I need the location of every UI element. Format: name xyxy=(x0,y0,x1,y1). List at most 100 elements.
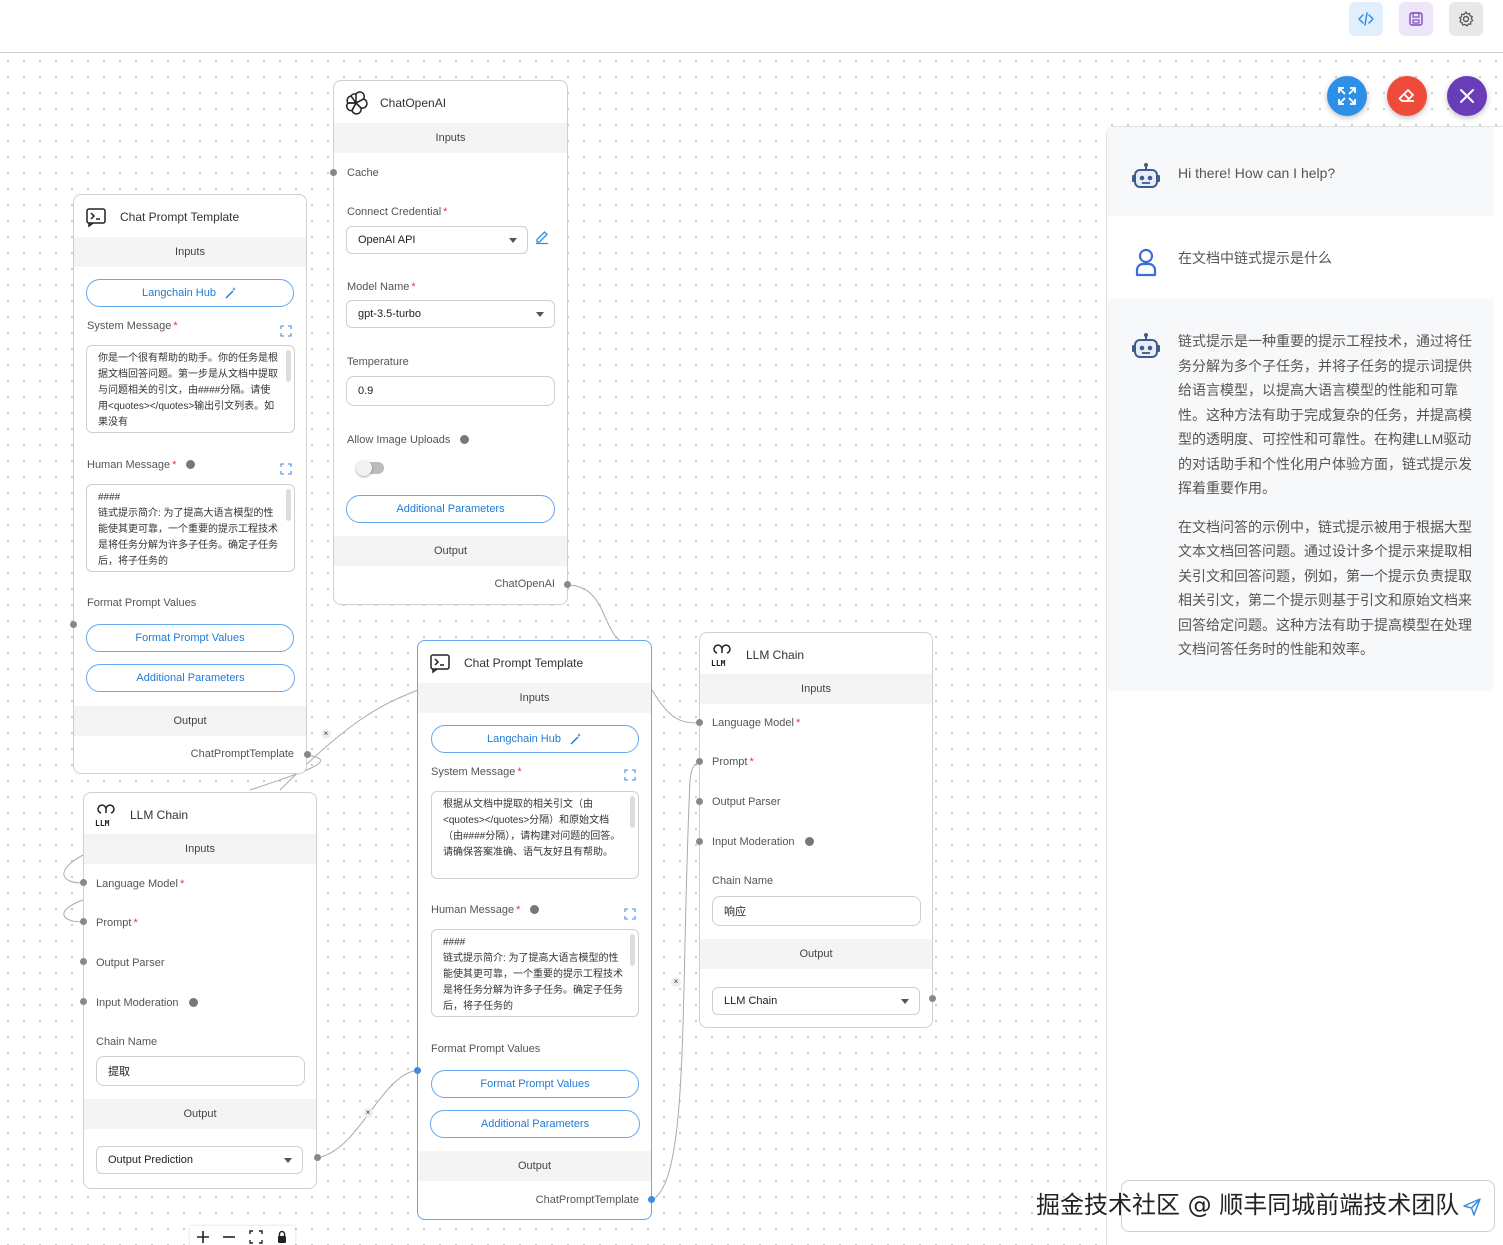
edge-delete-button[interactable]: × xyxy=(363,1108,373,1118)
send-icon[interactable] xyxy=(1462,1197,1482,1217)
answer-paragraph: 在文档问答的示例中，链式提示被用于根据大型文本文档回答问题。通过设计多个提示来提… xyxy=(1178,518,1472,658)
inputs-header: Inputs xyxy=(700,674,932,704)
expand-icon[interactable] xyxy=(280,463,292,475)
edit-credential-button[interactable] xyxy=(534,229,550,248)
model-name-select[interactable]: gpt-3.5-turbo xyxy=(346,300,555,328)
node-title: ChatOpenAI xyxy=(380,96,447,110)
additional-parameters-button[interactable]: Additional Parameters xyxy=(430,1110,640,1138)
expand-icon[interactable] xyxy=(280,325,292,337)
node-header: ChatOpenAI xyxy=(334,81,567,125)
svg-text:LLM: LLM xyxy=(711,659,726,667)
close-chat-button[interactable] xyxy=(1447,76,1487,116)
bot-message: Hi there! How can I help? xyxy=(1107,127,1493,216)
langchain-hub-button[interactable]: Langchain Hub xyxy=(431,725,639,753)
chain-name-input[interactable]: 提取 xyxy=(96,1056,305,1086)
human-message-textarea[interactable]: #### 链式提示简介: 为了提高大语言模型的性能使其更可靠，一个重要的提示工程… xyxy=(431,929,639,1017)
info-icon xyxy=(804,837,814,846)
model-name-label: Model Name * xyxy=(347,281,416,293)
system-message-textarea[interactable]: 根据从文档中提取的相关引文（由<quotes></quotes>分隔）和原始文档… xyxy=(431,791,639,879)
node-title: LLM Chain xyxy=(130,808,189,822)
output-select[interactable]: Output Prediction xyxy=(96,1146,303,1174)
additional-parameters-button[interactable]: Additional Parameters xyxy=(86,664,295,692)
node-header: Chat Prompt Template xyxy=(418,641,651,685)
chatopenai-output-handle[interactable] xyxy=(564,581,571,588)
chain-output-handle[interactable] xyxy=(929,995,936,1002)
top-toolbar xyxy=(0,0,1503,53)
prompt-output-handle[interactable] xyxy=(304,751,311,758)
format-prompt-values-label: Format Prompt Values xyxy=(87,597,197,609)
magic-wand-icon xyxy=(570,733,582,745)
fit-view-icon[interactable] xyxy=(248,1230,263,1244)
code-button[interactable] xyxy=(1349,2,1383,36)
chatopenai-node[interactable]: ChatOpenAI Inputs Cache Connect Credenti… xyxy=(333,80,568,605)
prompt-handle[interactable] xyxy=(80,918,87,925)
inputs-header: Inputs xyxy=(74,237,306,267)
save-button[interactable] xyxy=(1399,2,1433,36)
input-moderation-label: Input Moderation xyxy=(712,836,814,848)
save-icon xyxy=(1409,12,1423,26)
zoom-in-icon[interactable] xyxy=(196,1230,210,1244)
gear-icon xyxy=(1459,11,1474,27)
human-message-textarea[interactable]: #### 链式提示简介: 为了提高大语言模型的性能使其更可靠，一个重要的提示工程… xyxy=(86,484,295,572)
inputs-header: Inputs xyxy=(84,834,316,864)
langchain-hub-button[interactable]: Langchain Hub xyxy=(86,279,294,307)
edge-delete-button[interactable]: × xyxy=(671,977,681,987)
llm-chain-node[interactable]: LLM LLM Chain Inputs Language Model * Pro… xyxy=(699,632,933,1028)
system-message-textarea[interactable]: 你是一个很有帮助的助手。你的任务是根据文档回答问题。第一步是从文档中提取与问题相… xyxy=(86,345,295,433)
user-question-text: 在文档中链式提示是什么 xyxy=(1178,250,1332,266)
chain-name-input[interactable]: 响应 xyxy=(712,896,921,926)
input-moderation-handle[interactable] xyxy=(696,838,703,845)
openai-icon xyxy=(344,91,368,115)
language-model-label: Language Model * xyxy=(712,717,801,729)
output-select[interactable]: LLM Chain xyxy=(712,987,920,1015)
node-header: LLM LLM Chain xyxy=(84,793,316,837)
image-uploads-toggle[interactable] xyxy=(356,460,384,476)
magic-wand-icon xyxy=(225,287,237,299)
expand-chat-button[interactable] xyxy=(1327,76,1367,116)
close-icon xyxy=(1460,89,1474,103)
watermark-text: 掘金技术社区 @ 顺丰同城前端技术团队 xyxy=(1036,1191,1460,1219)
lock-icon[interactable] xyxy=(275,1230,289,1244)
expand-icon[interactable] xyxy=(624,908,636,920)
expand-icon[interactable] xyxy=(624,769,636,781)
output-header: Output xyxy=(84,1099,316,1129)
node-header: Chat Prompt Template xyxy=(74,195,306,239)
language-model-handle[interactable] xyxy=(696,719,703,726)
llm-chain-node[interactable]: LLM LLM Chain Inputs Language Model * Pro… xyxy=(83,792,317,1189)
language-model-label: Language Model * xyxy=(96,878,185,890)
output-parser-handle[interactable] xyxy=(80,958,87,965)
output-header: Output xyxy=(418,1151,651,1181)
input-moderation-label: Input Moderation xyxy=(96,997,198,1009)
chain-output-handle[interactable] xyxy=(314,1154,321,1161)
inputs-header: Inputs xyxy=(334,123,567,153)
output-header: Output xyxy=(700,939,932,969)
clear-chat-button[interactable] xyxy=(1387,76,1427,116)
bot-message: 链式提示是一种重要的提示工程技术，通过将任务分解为多个子任务，并将子任务的提示词… xyxy=(1107,299,1493,691)
format-values-handle[interactable] xyxy=(70,621,77,628)
chat-prompt-template-node[interactable]: Chat Prompt Template Inputs Langchain Hu… xyxy=(417,640,652,1220)
chat-prompt-template-node[interactable]: Chat Prompt Template Inputs Langchain Hu… xyxy=(73,194,307,774)
system-message-label: System Message * xyxy=(431,766,522,778)
output-value: ChatOpenAI xyxy=(494,578,555,590)
format-prompt-values-button[interactable]: Format Prompt Values xyxy=(431,1070,639,1098)
output-parser-handle[interactable] xyxy=(696,798,703,805)
settings-button[interactable] xyxy=(1449,2,1483,36)
prompt-handle[interactable] xyxy=(696,758,703,765)
info-icon xyxy=(186,460,196,469)
format-prompt-values-button[interactable]: Format Prompt Values xyxy=(86,624,294,652)
cache-input-handle[interactable] xyxy=(330,169,337,176)
temperature-input[interactable]: 0.9 xyxy=(346,376,555,406)
zoom-out-icon[interactable] xyxy=(222,1230,236,1244)
language-model-handle[interactable] xyxy=(80,879,87,886)
chain-name-label: Chain Name xyxy=(712,875,774,887)
output-header: Output xyxy=(334,536,567,566)
input-moderation-handle[interactable] xyxy=(80,998,87,1005)
expand-icon xyxy=(1338,87,1356,105)
additional-parameters-button[interactable]: Additional Parameters xyxy=(346,495,555,523)
chat-panel: Hi there! How can I help? 在文档中链式提示是什么 链式… xyxy=(1106,126,1503,1245)
credential-select[interactable]: OpenAI API xyxy=(346,226,528,254)
format-values-handle[interactable] xyxy=(414,1067,421,1074)
edge-delete-button[interactable]: × xyxy=(321,729,331,739)
prompt-label: Prompt * xyxy=(96,917,138,929)
prompt-output-handle[interactable] xyxy=(648,1196,655,1203)
